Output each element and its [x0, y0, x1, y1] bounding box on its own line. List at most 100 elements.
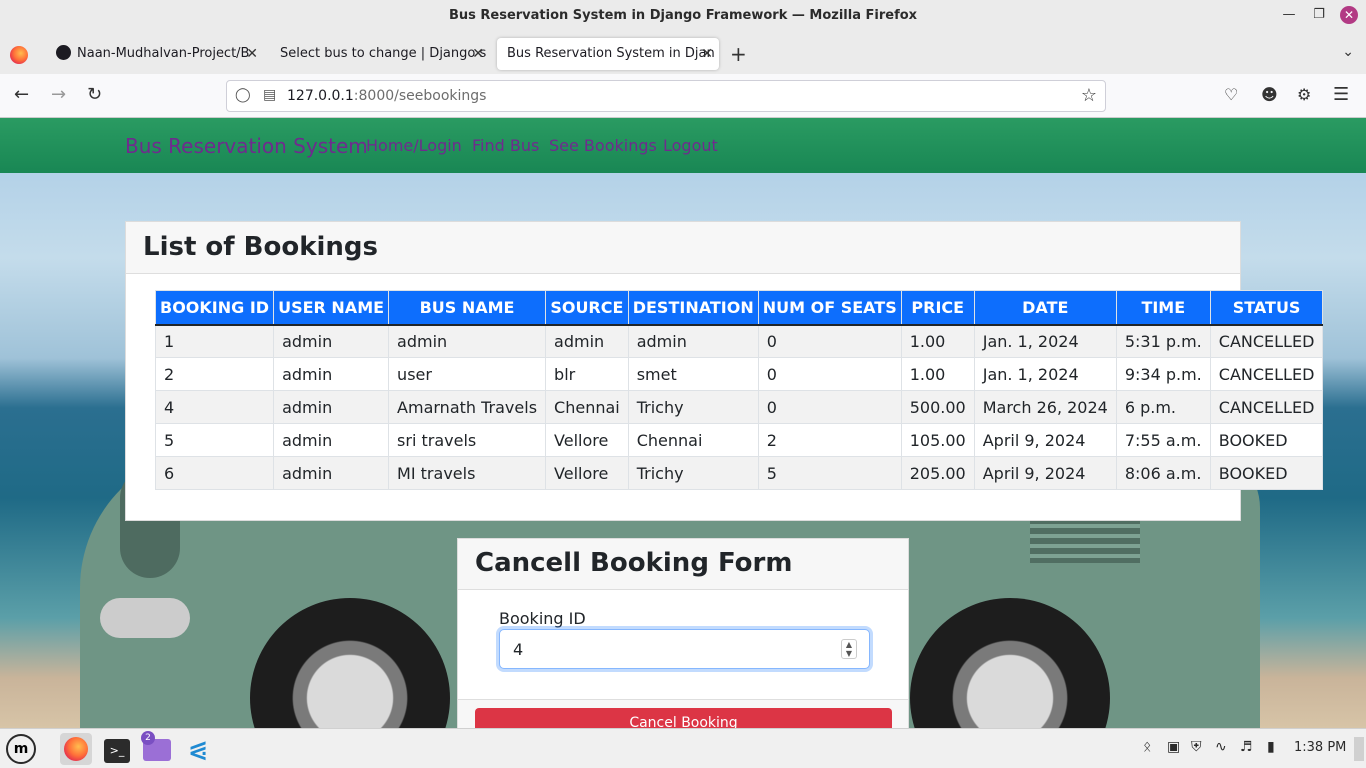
cell-booking-id: 5: [154, 423, 275, 457]
bluetooth-icon[interactable]: ᛟ: [1143, 739, 1151, 755]
firefox-view-icon[interactable]: [10, 46, 28, 64]
tracking-protection-icon[interactable]: ◯: [235, 87, 251, 103]
column-header: DESTINATION: [627, 290, 759, 326]
tab-strip: Naan-Mudhalvan-Project/B ✕ Select bus to…: [0, 34, 1366, 74]
close-icon[interactable]: ✕: [1340, 6, 1358, 24]
booking-id-input[interactable]: 4 ▲ ▼: [499, 629, 870, 669]
cancel-booking-card: Cancell Booking Form Booking ID 4 ▲ ▼ Can…: [457, 538, 909, 728]
cell-time: 8:06 a.m.: [1115, 456, 1211, 490]
window-titlebar: Bus Reservation System in Django Framewo…: [0, 0, 1366, 34]
tab-label: Bus Reservation System in Djan: [507, 46, 715, 61]
cell-user-name: admin: [273, 456, 390, 490]
column-header: BOOKING ID: [154, 290, 275, 326]
bookings-table: BOOKING ID USER NAME BUS NAME SOURCE DES…: [154, 290, 1324, 490]
taskbar: m >_ 2 ⪗ ᛟ ▣ ⛨ ∿ ♬ ▮ 1:38 PM: [0, 728, 1366, 768]
url-bar[interactable]: ◯ ▤ 127.0.0.1:8000/seebookings ☆: [226, 80, 1106, 112]
cell-num-seats: 5: [757, 456, 902, 490]
column-header: STATUS: [1209, 290, 1324, 326]
cell-time: 7:55 a.m.: [1115, 423, 1211, 457]
cell-price: 500.00: [900, 390, 975, 424]
cell-price: 1.00: [900, 324, 975, 358]
column-header: DATE: [973, 290, 1117, 326]
tab-bus-reservation[interactable]: Bus Reservation System in Djan ✕: [497, 38, 719, 70]
column-header: TIME: [1115, 290, 1211, 326]
cell-source: admin: [545, 324, 629, 358]
cell-booking-id: 1: [154, 324, 275, 358]
nav-home-login[interactable]: Home/Login: [366, 136, 462, 155]
show-desktop-button[interactable]: [1354, 737, 1364, 761]
cell-user-name: admin: [273, 324, 390, 358]
maximize-icon[interactable]: ❐: [1310, 6, 1328, 24]
taskbar-clock[interactable]: 1:38 PM: [1294, 740, 1346, 755]
number-spinner[interactable]: ▲ ▼: [841, 639, 857, 659]
back-icon[interactable]: ←: [14, 84, 29, 106]
nav-see-bookings[interactable]: See Bookings: [549, 136, 657, 155]
cell-date: April 9, 2024: [973, 456, 1117, 490]
cell-num-seats: 0: [757, 357, 902, 391]
cell-time: 6 p.m.: [1115, 390, 1211, 424]
column-header: BUS NAME: [388, 290, 547, 326]
column-header: NUM OF SEATS: [757, 290, 902, 326]
cell-booking-id: 2: [154, 357, 275, 391]
tab-django-admin[interactable]: Select bus to change | Django s ✕: [270, 38, 490, 70]
cell-status: CANCELLED: [1209, 324, 1324, 358]
cell-source: blr: [545, 357, 629, 391]
forward-icon[interactable]: →: [51, 84, 66, 106]
site-navbar: Bus Reservation System Home/Login Find B…: [0, 118, 1366, 173]
account-icon[interactable]: ☻: [1261, 84, 1278, 106]
wifi-icon[interactable]: ∿: [1215, 739, 1227, 755]
cell-source: Chennai: [545, 390, 629, 424]
vscode-icon[interactable]: ⪗: [182, 733, 214, 765]
cell-destination: Chennai: [627, 423, 759, 457]
new-tab-icon[interactable]: +: [730, 42, 747, 66]
cell-booking-id: 6: [154, 456, 275, 490]
shield-icon[interactable]: ⛨: [1191, 739, 1202, 755]
menu-icon[interactable]: ☰: [1333, 84, 1349, 106]
terminal-icon[interactable]: >_: [101, 733, 133, 765]
reload-icon[interactable]: ↻: [87, 84, 102, 106]
tab-close-icon[interactable]: ✕: [701, 38, 713, 70]
volume-icon[interactable]: ♬: [1240, 739, 1253, 755]
column-header: PRICE: [900, 290, 975, 326]
github-icon: [56, 45, 71, 60]
nav-logout[interactable]: Logout: [663, 136, 718, 155]
files-icon[interactable]: 2: [141, 731, 173, 765]
clipboard-icon[interactable]: ▣: [1167, 739, 1180, 755]
cell-num-seats: 2: [757, 423, 902, 457]
cancel-booking-button[interactable]: Cancel Booking: [475, 708, 892, 728]
cell-destination: Trichy: [627, 390, 759, 424]
cell-user-name: admin: [273, 423, 390, 457]
bookings-card: List of Bookings BOOKING ID USER NAME BU…: [125, 221, 1324, 521]
cell-bus-name: admin: [388, 324, 547, 358]
page-info-icon[interactable]: ▤: [263, 87, 276, 103]
column-header: USER NAME: [273, 290, 390, 326]
window-title: Bus Reservation System in Django Framewo…: [448, 8, 918, 23]
pocket-icon[interactable]: ♡: [1224, 84, 1238, 106]
cell-status: CANCELLED: [1209, 357, 1324, 391]
cell-num-seats: 0: [757, 324, 902, 358]
cell-source: Vellore: [545, 423, 629, 457]
cell-price: 105.00: [900, 423, 975, 457]
extensions-icon[interactable]: ⚙: [1297, 84, 1311, 106]
site-brand[interactable]: Bus Reservation System: [125, 134, 368, 158]
cell-status: BOOKED: [1209, 423, 1324, 457]
cell-user-name: admin: [273, 390, 390, 424]
menu-icon[interactable]: m: [6, 734, 36, 764]
table-row: 2 admin user blr smet 0 1.00 Jan. 1, 202…: [154, 357, 1324, 391]
tab-close-icon[interactable]: ✕: [472, 38, 484, 70]
tab-close-icon[interactable]: ✕: [246, 38, 258, 70]
minimize-icon[interactable]: —: [1280, 6, 1298, 24]
van-wheel: [910, 598, 1110, 728]
tab-github[interactable]: Naan-Mudhalvan-Project/B ✕: [46, 38, 264, 70]
table-row: 5 admin sri travels Vellore Chennai 2 10…: [154, 423, 1324, 457]
table-row: 1 admin admin admin admin 0 1.00 Jan. 1,…: [154, 324, 1324, 358]
tab-label: Naan-Mudhalvan-Project/B: [77, 46, 250, 61]
cancel-form-title: Cancell Booking Form: [458, 539, 908, 590]
bookmark-star-icon[interactable]: ☆: [1081, 85, 1097, 106]
battery-icon[interactable]: ▮: [1267, 739, 1275, 755]
van-bumper: [100, 598, 190, 638]
firefox-taskbar-icon[interactable]: [60, 733, 92, 765]
cell-time: 5:31 p.m.: [1115, 324, 1211, 358]
list-all-tabs-icon[interactable]: ⌄: [1342, 44, 1354, 60]
nav-find-bus[interactable]: Find Bus: [472, 136, 539, 155]
